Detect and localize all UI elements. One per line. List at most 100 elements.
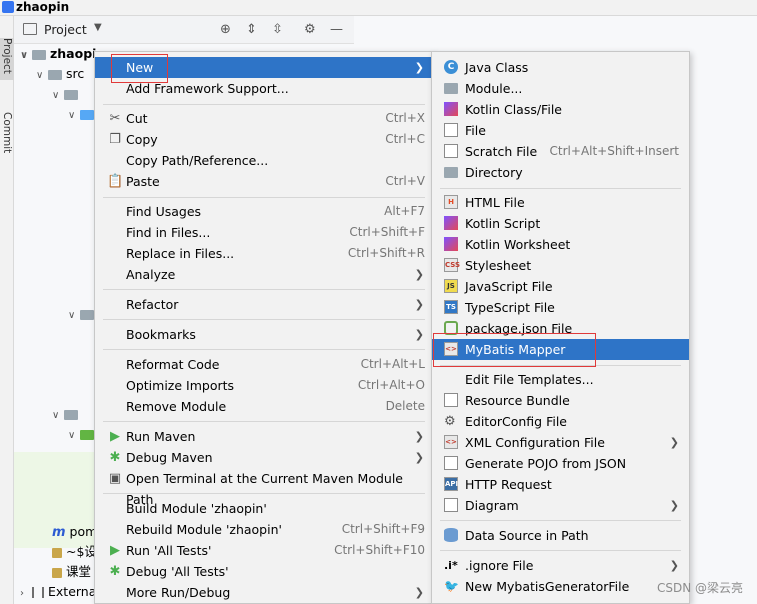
menu-separator — [440, 520, 681, 521]
chevron-down-icon[interactable]: ∨ — [20, 46, 32, 66]
folder-icon — [64, 409, 78, 420]
api-icon: API — [444, 477, 458, 491]
context-menu: New ❯ Add Framework Support... ✂ Cut Ctrl+X… — [94, 51, 434, 604]
menu-item-rebuild-module[interactable]: Rebuild Module 'zhaopin' Ctrl+Shift+F9 — [95, 519, 433, 540]
tree-row-external-libraries[interactable]: › Externa — [20, 582, 96, 602]
menu-item-replace-in-files[interactable]: Replace in Files... Ctrl+Shift+R — [95, 243, 433, 264]
menu-item-find-in-files[interactable]: Find in Files... Ctrl+Shift+F — [95, 222, 433, 243]
expand-all-icon[interactable]: ⇕ — [246, 22, 257, 37]
submenu-item-typescript-file[interactable]: TS TypeScript File — [432, 297, 689, 318]
menu-item-analyze[interactable]: Analyze ❯ — [95, 264, 433, 285]
menu-item-find-usages[interactable]: Find Usages Alt+F7 — [95, 201, 433, 222]
chevron-down-icon[interactable]: ∨ — [68, 106, 80, 126]
submenu-item-resource-bundle[interactable]: Resource Bundle — [432, 390, 689, 411]
tree-row-pom[interactable]: m pom — [52, 522, 97, 542]
kotlin-worksheet-icon — [444, 237, 458, 251]
chevron-down-icon[interactable]: ∨ — [68, 426, 80, 446]
gear-icon[interactable]: ⚙ — [304, 22, 316, 37]
submenu-item-new-mybatis-generator-file[interactable]: 🐦 New MybatisGeneratorFile — [432, 576, 689, 597]
menu-item-debug-all-tests[interactable]: ✱ Debug 'All Tests' — [95, 561, 433, 582]
menu-separator — [103, 421, 425, 422]
chevron-down-icon[interactable]: ∨ — [52, 86, 64, 106]
app-icon — [2, 1, 14, 13]
chevron-right-icon[interactable]: › — [20, 584, 32, 604]
js-icon: JS — [444, 279, 458, 293]
project-tool-tab[interactable]: Project — [0, 38, 14, 80]
gear-icon: ⚙ — [444, 414, 456, 429]
diagram-icon — [444, 498, 458, 512]
submenu-item-scratch-file[interactable]: Scratch File Ctrl+Alt+Shift+Insert — [432, 141, 689, 162]
tree-row-target[interactable]: ∨ — [52, 404, 82, 424]
locate-icon[interactable]: ⊕ — [220, 22, 231, 37]
submenu-item-editorconfig-file[interactable]: ⚙ EditorConfig File — [432, 411, 689, 432]
menu-item-debug-maven[interactable]: ✱ Debug Maven ❯ — [95, 447, 433, 468]
submenu-item-module[interactable]: Module... — [432, 78, 689, 99]
submenu-item-stylesheet[interactable]: CSS Stylesheet — [432, 255, 689, 276]
scissors-icon: ✂ — [109, 111, 121, 126]
database-icon — [444, 528, 458, 542]
submenu-item-data-source-in-path[interactable]: Data Source in Path — [432, 525, 689, 546]
submenu-item-kotlin-worksheet[interactable]: Kotlin Worksheet — [432, 234, 689, 255]
menu-item-open-terminal[interactable]: ▣ Open Terminal at the Current Maven Modu… — [95, 468, 433, 507]
menu-item-copy[interactable]: ❐ Copy Ctrl+C — [95, 129, 433, 150]
submenu-item-ignore-file[interactable]: .i* .ignore File ❯ — [432, 555, 689, 576]
submenu-item-javascript-file[interactable]: JS JavaScript File — [432, 276, 689, 297]
collapse-all-icon[interactable]: ⇳ — [272, 22, 283, 37]
menu-separator — [103, 104, 425, 105]
menu-item-remove-module[interactable]: Remove Module Delete — [95, 396, 433, 417]
tree-row-main[interactable]: ∨ — [52, 84, 82, 104]
highlight-box-new — [111, 54, 168, 83]
menu-item-paste[interactable]: 📋 Paste Ctrl+V — [95, 171, 433, 192]
hide-panel-icon[interactable]: — — [330, 22, 343, 37]
tree-row-src[interactable]: ∨ src — [36, 64, 84, 84]
menu-item-refactor[interactable]: Refactor ❯ — [95, 294, 433, 315]
menu-item-bookmarks[interactable]: Bookmarks ❯ — [95, 324, 433, 345]
project-panel-header: Project ▼ ⊕ ⇕ ⇳ ⚙ — — [14, 16, 354, 44]
highlight-box-mybatis-mapper — [433, 333, 596, 367]
css-icon: CSS — [444, 258, 460, 272]
library-icon — [32, 587, 44, 598]
project-view-selector[interactable]: Project — [44, 22, 87, 37]
project-view-icon — [23, 23, 37, 35]
submenu-item-html-file[interactable]: H HTML File — [432, 192, 689, 213]
submenu-item-diagram[interactable]: Diagram ❯ — [432, 495, 689, 516]
submenu-item-kotlin-class[interactable]: Kotlin Class/File — [432, 99, 689, 120]
chevron-down-icon[interactable]: ∨ — [36, 66, 48, 86]
copy-icon: ❐ — [109, 132, 121, 147]
run-icon: ▶ — [110, 429, 120, 444]
doc-file-icon — [52, 547, 62, 558]
menu-item-run-all-tests[interactable]: ▶ Run 'All Tests' Ctrl+Shift+F10 — [95, 540, 433, 561]
folder-icon — [80, 309, 94, 320]
folder-icon — [444, 167, 458, 178]
menu-separator — [103, 197, 425, 198]
tree-row-temp-file[interactable]: ~$设 — [52, 542, 97, 562]
module-icon — [444, 83, 458, 94]
menu-item-run-maven[interactable]: ▶ Run Maven ❯ — [95, 426, 433, 447]
resource-bundle-icon — [444, 393, 458, 407]
menu-item-reformat-code[interactable]: Reformat Code Ctrl+Alt+L — [95, 354, 433, 375]
tree-row-root[interactable]: ∨ zhaopin — [20, 44, 105, 64]
tree-row-course[interactable]: 课堂 — [52, 562, 91, 582]
json-icon — [444, 456, 458, 470]
chevron-down-icon[interactable]: ∨ — [68, 306, 80, 326]
submenu-item-generate-pojo[interactable]: Generate POJO from JSON — [432, 453, 689, 474]
submenu-item-file[interactable]: File — [432, 120, 689, 141]
submenu-item-http-request[interactable]: API HTTP Request — [432, 474, 689, 495]
submenu-item-kotlin-script[interactable]: Kotlin Script — [432, 213, 689, 234]
submenu-item-directory[interactable]: Directory — [432, 162, 689, 183]
menu-item-build-module[interactable]: Build Module 'zhaopin' — [95, 498, 433, 519]
menu-separator — [103, 319, 425, 320]
chevron-down-icon[interactable]: ∨ — [52, 406, 64, 426]
chevron-down-icon[interactable]: ▼ — [94, 22, 102, 33]
menu-separator — [103, 493, 425, 494]
menu-item-copy-path[interactable]: Copy Path/Reference... — [95, 150, 433, 171]
submenu-item-xml-configuration-file[interactable]: <> XML Configuration File ❯ — [432, 432, 689, 453]
menu-item-optimize-imports[interactable]: Optimize Imports Ctrl+Alt+O — [95, 375, 433, 396]
submenu-item-java-class[interactable]: C Java Class — [432, 57, 689, 78]
menu-item-more-run-debug[interactable]: More Run/Debug ❯ — [95, 582, 433, 603]
bird-icon: 🐦 — [444, 579, 459, 593]
chevron-right-icon: ❯ — [669, 499, 679, 512]
menu-item-cut[interactable]: ✂ Cut Ctrl+X — [95, 108, 433, 129]
commit-tool-tab[interactable]: Commit — [0, 112, 14, 162]
submenu-item-edit-file-templates[interactable]: Edit File Templates... — [432, 369, 689, 390]
